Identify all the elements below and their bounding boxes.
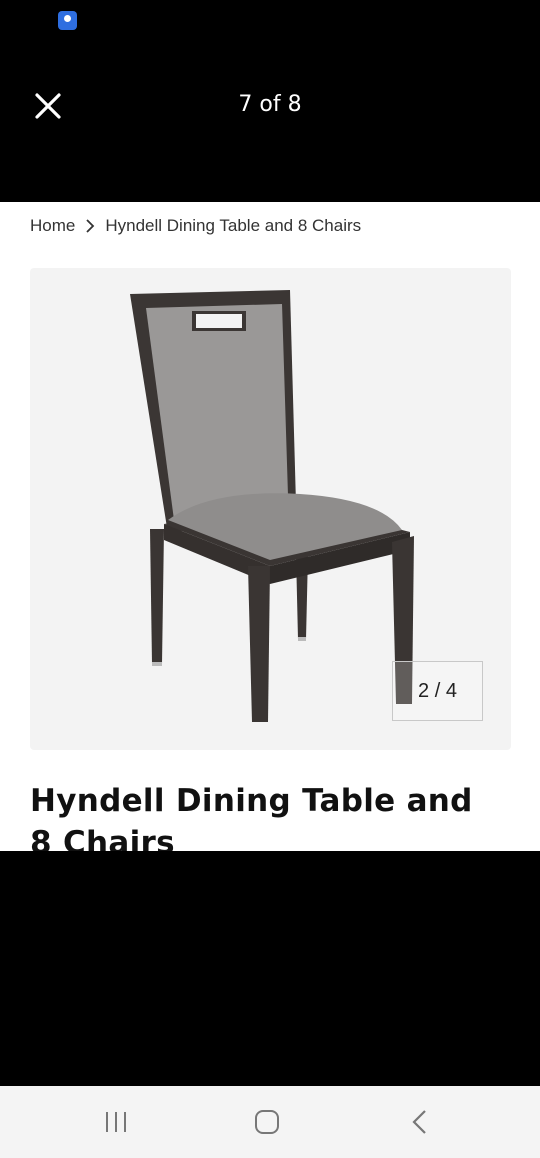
screenshot-content: Home Hyndell Dining Table and 8 Chairs 2…: [0, 202, 540, 851]
close-icon: [35, 93, 61, 119]
status-bar: [0, 0, 540, 44]
gallery-image-counter[interactable]: 2 / 4: [392, 661, 483, 721]
system-navigation-bar: [0, 1086, 540, 1158]
image-viewer-header: 7 of 8: [0, 44, 540, 202]
recents-icon: [106, 1112, 126, 1132]
dining-chair-image: [130, 290, 414, 722]
viewer-background: [0, 851, 540, 1086]
app-badge-icon: [58, 11, 77, 30]
product-image-gallery[interactable]: 2 / 4: [30, 268, 511, 750]
image-position-counter: 7 of 8: [238, 92, 302, 117]
chevron-right-icon: [83, 218, 97, 234]
home-icon: [255, 1110, 279, 1134]
recents-button[interactable]: [96, 1106, 136, 1138]
breadcrumb-current: Hyndell Dining Table and 8 Chairs: [105, 216, 362, 235]
product-title: Hyndell Dining Table and 8 Chairs: [30, 783, 473, 851]
close-button[interactable]: [30, 88, 66, 124]
back-icon: [412, 1110, 426, 1134]
back-button[interactable]: [399, 1106, 439, 1138]
breadcrumb: Home Hyndell Dining Table and 8 Chairs: [30, 216, 361, 236]
breadcrumb-home-link[interactable]: Home: [30, 216, 75, 236]
home-button[interactable]: [247, 1106, 287, 1138]
